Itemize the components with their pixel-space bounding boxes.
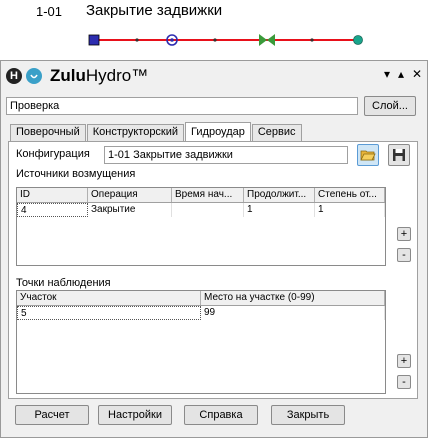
add-point-button[interactable]: + [397,354,411,368]
minimize-icon[interactable]: ▾ [384,67,390,81]
layer-button[interactable]: Слой... [364,96,416,116]
sources-header: ID Операция Время нач... Продолжит... Ст… [17,188,385,203]
logo-h-icon: H [6,68,22,84]
tab-water-hammer[interactable]: Гидроудар [185,122,251,142]
sources-title: Источники возмущения [16,168,136,180]
open-folder-icon[interactable] [357,144,379,166]
remove-point-button[interactable]: - [397,375,411,389]
col-degree[interactable]: Степень от... [315,188,385,202]
consumer-node-icon [353,35,363,45]
network-scheme [88,34,363,46]
col-operation[interactable]: Операция [88,188,172,202]
logo-drop-icon [26,68,42,84]
close-icon[interactable]: ✕ [412,67,422,81]
col-id[interactable]: ID [17,188,88,202]
scheme-title: Закрытие задвижки [86,2,223,19]
junction-node [135,38,139,42]
tab-bar: Поверочный Конструкторский Гидроудар Сер… [10,122,303,142]
config-label: Конфигурация [16,148,90,160]
col-segment[interactable]: Участок [17,291,201,305]
add-source-button[interactable]: + [397,227,411,241]
maximize-icon[interactable]: ▴ [398,67,404,81]
table-row[interactable]: 5 99 [17,306,385,320]
app-logo: H ZuluHydro™ [6,62,148,90]
settings-button[interactable]: Настройки [98,405,172,425]
col-position[interactable]: Место на участке (0-99) [201,291,385,305]
junction-node [310,38,314,42]
col-duration[interactable]: Продолжит... [244,188,315,202]
tab-verification[interactable]: Поверочный [10,124,86,141]
tab-design[interactable]: Конструкторский [86,124,185,141]
help-button[interactable]: Справка [184,405,258,425]
col-start-time[interactable]: Время нач... [172,188,244,202]
points-table: Участок Место на участке (0-99) 5 99 [16,290,386,394]
remove-source-button[interactable]: - [397,248,411,262]
calc-button[interactable]: Расчет [15,405,89,425]
points-title: Точки наблюдения [16,277,111,289]
junction-node [213,38,217,42]
config-field[interactable]: 1-01 Закрытие задвижки [104,146,348,164]
table-row[interactable]: 4 Закрытие 1 1 [17,203,385,217]
valve-icon [259,34,275,46]
layer-field[interactable]: Проверка [6,97,358,115]
sources-table: ID Операция Время нач... Продолжит... Ст… [16,187,386,266]
save-icon[interactable] [388,144,410,166]
source-node-icon [88,34,100,46]
app-brand: ZuluHydro™ [50,66,149,85]
scheme-code: 1-01 [36,4,63,19]
tab-service[interactable]: Сервис [251,124,302,141]
close-button[interactable]: Закрыть [271,405,345,425]
points-header: Участок Место на участке (0-99) [17,291,385,306]
